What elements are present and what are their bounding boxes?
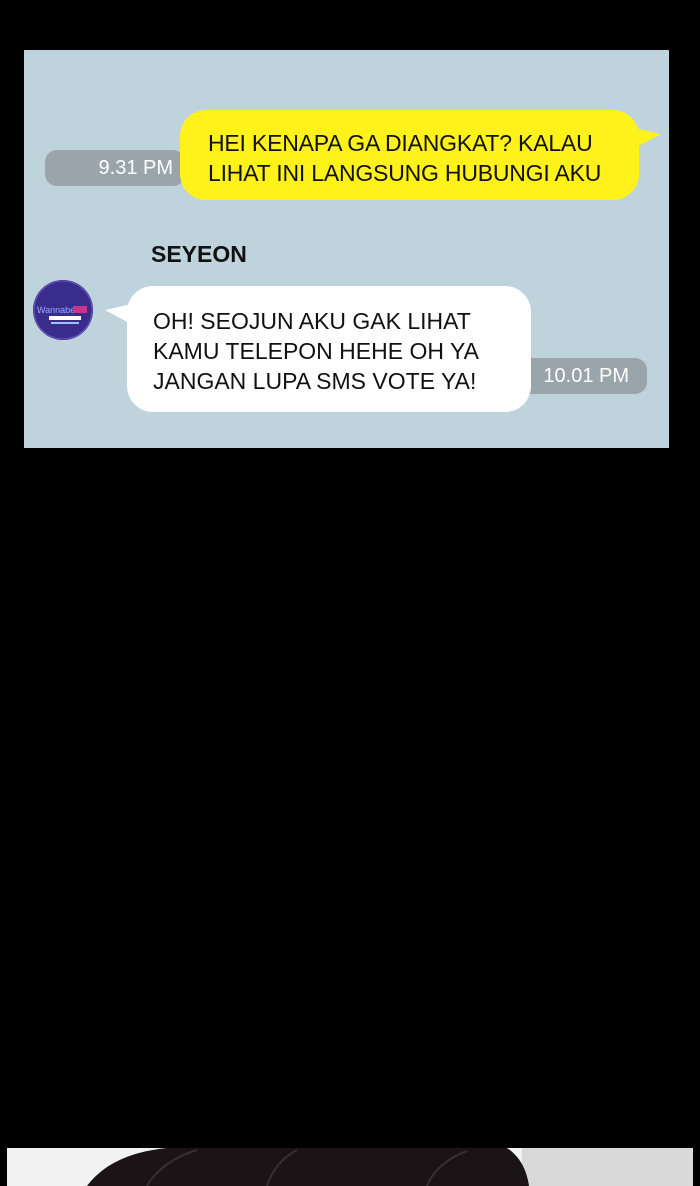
message-line: LIHAT INI LANGSUNG HUBUNGI AKU bbox=[208, 160, 602, 186]
sender-name: SEYEON bbox=[151, 241, 247, 267]
message-line: HEI KENAPA GA DIANGKAT? KALAU bbox=[208, 130, 593, 156]
hair-illustration bbox=[7, 1148, 693, 1186]
avatar-logo-text: Wannabe bbox=[37, 305, 75, 315]
message-line: OH! SEOJUN AKU GAK LIHAT bbox=[153, 308, 471, 334]
next-panel-illustration bbox=[7, 1148, 693, 1186]
avatar-logo-icon: Wannabe bbox=[33, 280, 93, 340]
chat-panel: 9.31 PM HEI KENAPA GA DIANGKAT? KALAU LI… bbox=[24, 50, 669, 448]
message-line: JANGAN LUPA SMS VOTE YA! bbox=[153, 368, 477, 394]
bubble-tail bbox=[105, 304, 131, 324]
bubble-tail bbox=[635, 128, 661, 148]
avatar[interactable]: Wannabe bbox=[33, 280, 93, 340]
incoming-message-bubble[interactable]: OH! SEOJUN AKU GAK LIHAT KAMU TELEPON HE… bbox=[105, 286, 531, 412]
outgoing-message-bubble[interactable]: HEI KENAPA GA DIANGKAT? KALAU LIHAT INI … bbox=[180, 110, 661, 200]
incoming-message-time: 10.01 PM bbox=[514, 358, 647, 394]
message-line: KAMU TELEPON HEHE OH YA bbox=[153, 338, 479, 364]
outgoing-message-time: 9.31 PM bbox=[45, 150, 185, 186]
